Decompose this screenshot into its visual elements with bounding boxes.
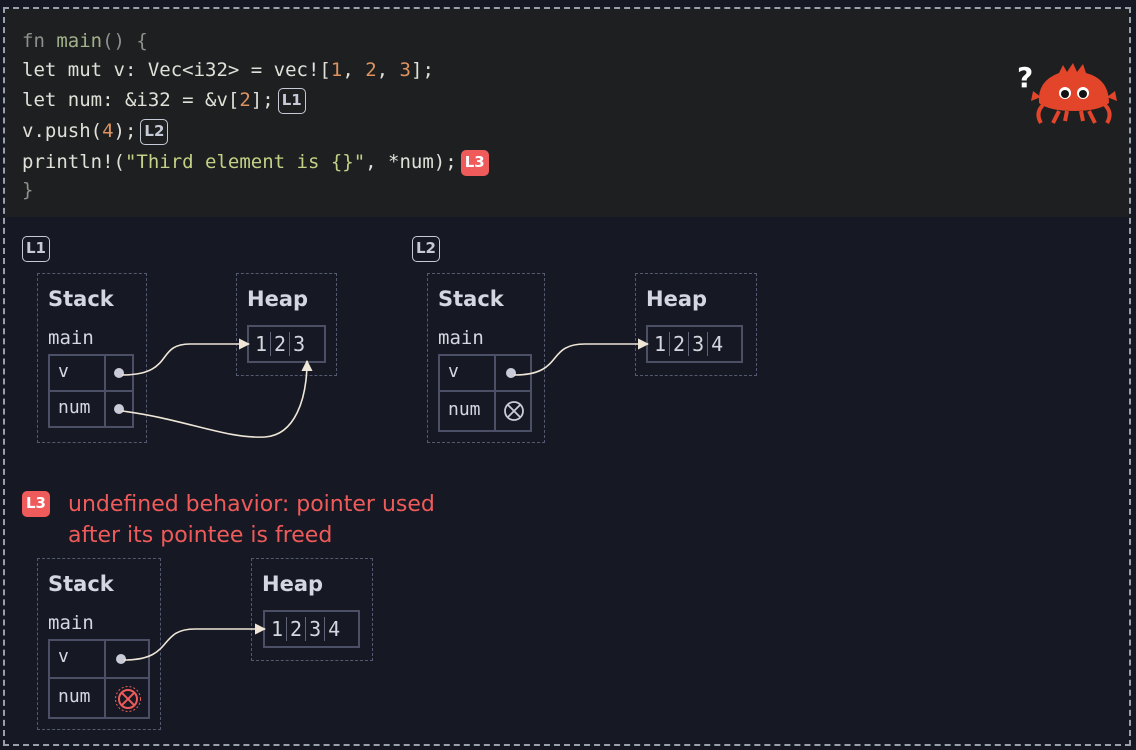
code-line-4: v.push(4); L2 — [22, 118, 169, 145]
heap-element: 1 — [271, 617, 284, 641]
pointer-dot — [114, 368, 124, 378]
var-num-cell: num — [438, 390, 532, 432]
heap-element: 3 — [289, 332, 308, 356]
heap-element: 4 — [324, 617, 343, 641]
code-line-3: let num: &i32 = &v[2]; L1 — [22, 87, 306, 114]
code-text: println!( — [22, 151, 125, 173]
function-name: main — [56, 30, 103, 52]
var-v-cell: v — [48, 639, 150, 679]
code-text: ); — [113, 120, 137, 142]
heap-element: 4 — [707, 332, 726, 356]
number-literal: 2 — [239, 89, 251, 111]
stack-title: Stack — [48, 287, 114, 311]
code-text: , — [342, 59, 366, 81]
heap-element: 3 — [688, 332, 707, 356]
heap-element: 3 — [305, 617, 324, 641]
heap-element: 2 — [286, 617, 305, 641]
var-name: v — [58, 361, 69, 382]
var-num-cell: num — [48, 677, 150, 719]
code-text: , — [376, 59, 400, 81]
location-badge-l1: L1 — [277, 87, 306, 114]
ferris-crab-icon — [1031, 63, 1117, 125]
number-literal: 4 — [102, 120, 114, 142]
stack-title: Stack — [438, 287, 504, 311]
state-badge-l1: L1 — [22, 236, 50, 262]
var-v-cell: v — [438, 354, 532, 392]
pointer-dot — [506, 368, 516, 378]
stack-title: Stack — [48, 572, 114, 596]
code-text: v.push( — [22, 120, 103, 142]
heap-array-l1: 123 — [247, 325, 326, 363]
heap-element: 1 — [255, 332, 268, 356]
code-text: let mut v: Vec<i32> = vec![ — [22, 59, 331, 81]
pointer-dot — [114, 404, 124, 414]
heap-title: Heap — [262, 572, 324, 596]
var-name: num — [448, 399, 481, 420]
var-name: v — [448, 361, 459, 382]
heap-title: Heap — [247, 287, 309, 311]
pointer-dot — [116, 654, 126, 664]
state-badge-l3: L3 — [22, 491, 50, 517]
frame-label: main — [48, 327, 94, 349]
invalid-pointer-icon — [504, 401, 524, 421]
var-name: v — [58, 646, 69, 667]
code-text: ]; — [250, 89, 274, 111]
code-line-2: let mut v: Vec<i32> = vec![1, 2, 3]; — [22, 57, 434, 83]
heap-array-l2: 1234 — [646, 325, 743, 363]
number-literal: 1 — [330, 59, 343, 81]
var-name: num — [58, 397, 91, 418]
heap-title: Heap — [646, 287, 708, 311]
undefined-behavior-message: undefined behavior: pointer used after i… — [68, 492, 435, 548]
code-line-6: } — [22, 179, 34, 201]
var-name: num — [58, 686, 91, 707]
frame-label: main — [48, 612, 94, 634]
keyword-fn: fn — [22, 30, 45, 52]
heap-array-l3: 1234 — [263, 610, 360, 648]
code-block: fn main() { let mut v: Vec<i32> = vec![1… — [5, 9, 1129, 217]
frame-label: main — [438, 327, 484, 349]
location-badge-l3: L3 — [460, 149, 489, 176]
state-badge-l2: L2 — [412, 236, 440, 262]
number-literal: 2 — [365, 59, 377, 81]
code-text: let num: &i32 = &v[ — [22, 89, 240, 111]
heap-element: 2 — [669, 332, 688, 356]
code-line-1: fn main() { — [22, 28, 148, 54]
diagram-frame: fn main() { let mut v: Vec<i32> = vec![1… — [3, 7, 1131, 746]
string-literal: "Third element is {}" — [124, 151, 366, 173]
heap-element: 1 — [654, 332, 667, 356]
error-pointer-icon — [115, 686, 141, 712]
number-literal: 3 — [399, 59, 411, 81]
code-text: ]; — [411, 59, 434, 81]
location-badge-l2: L2 — [140, 118, 169, 145]
code-text: () { — [102, 30, 148, 52]
heap-element: 2 — [270, 332, 289, 356]
code-text: , *num); — [365, 151, 457, 173]
code-line-5: println!("Third element is {}", *num); L3 — [22, 149, 489, 176]
var-v-cell: v — [48, 354, 134, 392]
var-num-cell: num — [48, 390, 134, 428]
